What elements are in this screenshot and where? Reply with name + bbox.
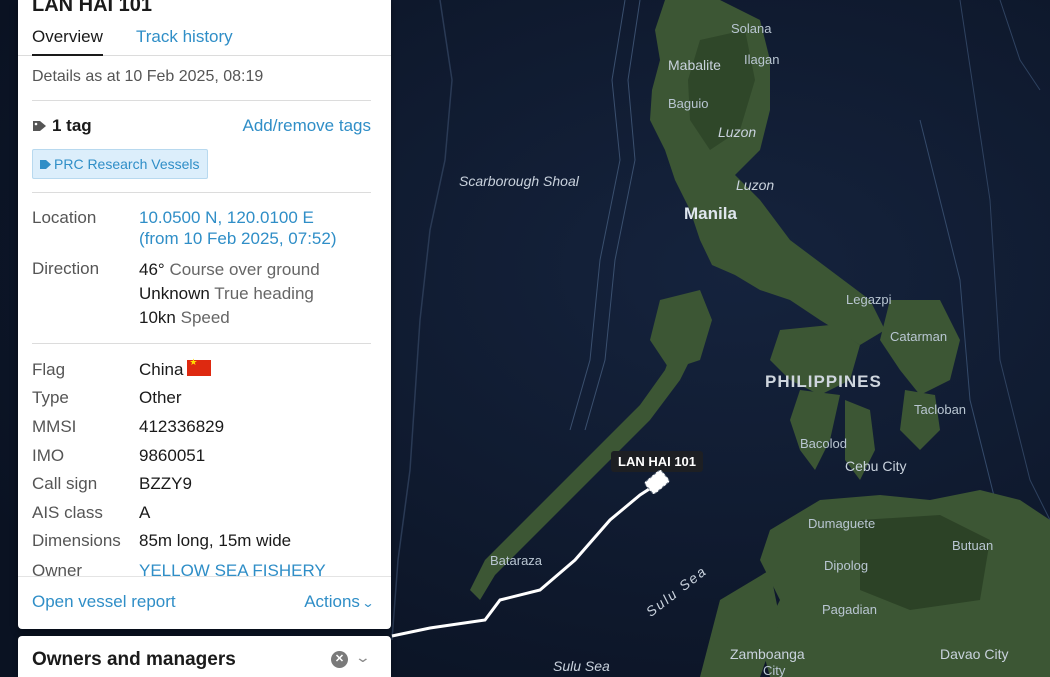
actions-label: Actions (304, 592, 360, 611)
map-label-manila: Manila (684, 204, 737, 223)
china-flag-icon (187, 357, 212, 376)
speed-label: Speed (180, 308, 230, 327)
flag-value: China (139, 357, 212, 380)
course-label: Course over ground (169, 260, 320, 279)
open-vessel-report-link[interactable]: Open vessel report (32, 592, 176, 612)
vessel-details-panel: LAN HAI 101 Overview Track history Detai… (18, 0, 391, 629)
true-heading: Unknown True heading (139, 284, 314, 304)
map-label-tacloban: Tacloban (914, 402, 967, 417)
imo-value: 9860051 (139, 446, 206, 465)
flag-label: Flag (32, 360, 66, 379)
map-label-luzon-1: Luzon (718, 124, 757, 140)
chevron-down-icon[interactable]: ⌄ (355, 649, 371, 666)
mmsi-value: 412336829 (139, 417, 225, 436)
tab-track-history[interactable]: Track history (136, 27, 233, 54)
map-label-city: City (763, 663, 786, 677)
map-label-philippines: PHILIPPINES (765, 372, 882, 391)
tag-count: 1 tag (52, 116, 92, 135)
owner-link[interactable]: YELLOW SEA FISHERY (139, 561, 326, 576)
tags-header: 1 tag Add/remove tags (32, 116, 371, 138)
map-label-cebu-city: Cebu City (845, 458, 907, 474)
owners-managers-title: Owners and managers (32, 649, 236, 670)
owner-label: Owner (32, 561, 83, 576)
call-sign-value: BZZY9 (139, 474, 192, 493)
map-label-luzon-2: Luzon (736, 177, 775, 193)
ais-class-label: AIS class (32, 503, 103, 522)
ais-class-value: A (139, 503, 151, 522)
map-label-mabalite: Mabalite (668, 57, 721, 73)
map-label-dipolog: Dipolog (824, 558, 869, 573)
add-remove-tags-link[interactable]: Add/remove tags (242, 116, 371, 136)
map-label-dumaguete: Dumaguete (808, 516, 876, 531)
vessel-map-label[interactable]: LAN HAI 101 (611, 451, 704, 472)
map-label-sulu-sea: Sulu Sea (553, 658, 610, 674)
vessel-name-title: LAN HAI 101 (32, 0, 153, 16)
direction-label: Direction (32, 259, 100, 278)
panel-scroll-area[interactable]: Details as at 10 Feb 2025, 08:19 1 tag A… (18, 56, 391, 576)
dimensions-label: Dimensions (32, 531, 121, 550)
close-icon[interactable]: ✕ (331, 651, 348, 668)
actions-dropdown[interactable]: Actions⌄ (304, 592, 375, 612)
speed: 10kn Speed (139, 308, 230, 328)
type-label: Type (32, 388, 69, 407)
details-timestamp: Details as at 10 Feb 2025, 08:19 (32, 68, 264, 85)
mmsi-label: MMSI (32, 417, 77, 436)
tags-icon (33, 121, 46, 131)
dimensions-value: 85m long, 15m wide (139, 531, 292, 550)
map-label-ilagan: Ilagan (744, 52, 780, 67)
divider (32, 343, 371, 344)
map-label-baguio: Baguio (668, 96, 709, 111)
divider (32, 100, 371, 101)
panel-tabs: Overview Track history (18, 24, 391, 56)
tag-icon (40, 160, 51, 169)
map-label-solana: Solana (731, 21, 772, 36)
map-label-pagadian: Pagadian (822, 602, 877, 617)
location-label: Location (32, 208, 97, 227)
map-label-butuan: Butuan (952, 538, 994, 553)
course-over-ground: 46° Course over ground (139, 260, 320, 280)
course-value: 46° (139, 260, 165, 279)
heading-value: Unknown (139, 284, 210, 303)
flag-country: China (139, 360, 184, 379)
imo-label: IMO (32, 446, 65, 465)
type-value: Other (139, 388, 182, 407)
speed-value: 10kn (139, 308, 176, 327)
chevron-down-icon: ⌄ (361, 596, 375, 610)
heading-label: True heading (214, 284, 314, 303)
map-label-zamboanga: Zamboanga (730, 646, 805, 662)
tag-chip-label: PRC Research Vessels (54, 156, 200, 172)
map-label-legazpi: Legazpi (846, 292, 892, 307)
tab-overview[interactable]: Overview (32, 27, 103, 56)
map-label-bataraza: Bataraza (490, 553, 543, 568)
tag-chip[interactable]: PRC Research Vessels (32, 149, 208, 179)
map-label-scarborough-shoal: Scarborough Shoal (459, 173, 579, 189)
call-sign-label: Call sign (32, 474, 98, 493)
map-label-bacolod: Bacolod (800, 436, 847, 451)
location-coordinates-link[interactable]: 10.0500 N, 120.0100 E (139, 208, 314, 228)
panel-footer: Open vessel report Actions⌄ (18, 576, 391, 629)
owners-managers-panel[interactable]: Owners and managers ✕ ⌄ (18, 636, 391, 677)
divider (32, 192, 371, 193)
location-timestamp-link[interactable]: (from 10 Feb 2025, 07:52) (139, 229, 337, 249)
map-label-davao-city: Davao City (940, 646, 1009, 662)
map-label-catarman: Catarman (890, 329, 948, 344)
